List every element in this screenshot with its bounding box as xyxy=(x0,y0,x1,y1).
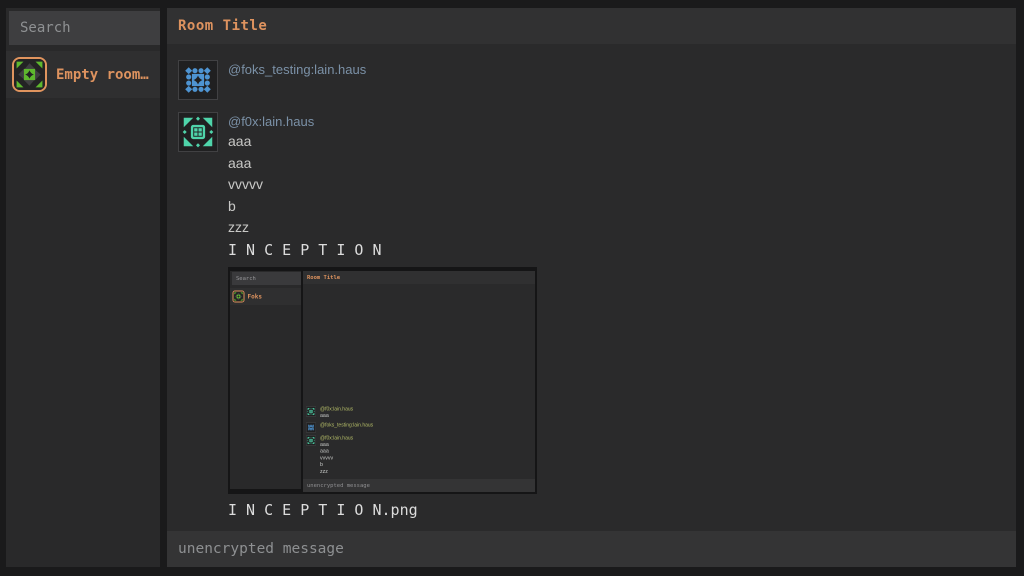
user-avatar-blue-dots-identicon[interactable] xyxy=(178,60,218,100)
preview-room-name-label: Foks xyxy=(248,293,262,300)
attached-image-preview[interactable]: Search Foks Room Title xyxy=(228,267,537,494)
room-header: Room Title xyxy=(167,8,1016,44)
preview-message-text: aaa xyxy=(320,441,353,448)
message-content: @f0x:lain.haus aaa aaa vvvvv b zzz I N C… xyxy=(228,112,537,521)
preview-message: @foks_testing:lain.haus xyxy=(306,422,535,432)
preview-avatar-teal-grid-identicon xyxy=(306,406,316,416)
preview-message-text: vvvvv xyxy=(320,454,353,461)
search-input[interactable] xyxy=(9,11,160,45)
preview-sidebar: Search Foks xyxy=(230,271,301,489)
room-avatar-green-star-identicon xyxy=(12,57,47,92)
message-text: aaa xyxy=(228,153,537,175)
preview-room-title: Room Title xyxy=(303,271,535,284)
preview-message: @f0x:lain.haus aaa xyxy=(306,406,535,419)
preview-message: @f0x:lain.haus aaa aaa vvvvv b zzz xyxy=(306,435,535,475)
main-panel: Room Title @foks_testing:lain.haus xyxy=(167,8,1016,567)
preview-message-text: zzz xyxy=(320,468,353,475)
message-text: zzz xyxy=(228,217,537,239)
preview-avatar-teal-grid-identicon xyxy=(306,435,316,445)
message: @f0x:lain.haus aaa aaa vvvvv b zzz I N C… xyxy=(178,112,1016,521)
message-text: b xyxy=(228,196,537,218)
sender-name: @foks_testing:lain.haus xyxy=(228,61,366,79)
nested-screenshot: Search Foks Room Title xyxy=(228,267,537,494)
user-avatar-teal-grid-identicon[interactable] xyxy=(178,112,218,152)
room-name-label: Empty room… xyxy=(56,67,149,83)
preview-sender-name: @f0x:lain.haus xyxy=(320,406,353,412)
preview-room-avatar-green-star-identicon xyxy=(233,290,245,302)
message-text: vvvvv xyxy=(228,174,537,196)
room-list-sidebar: Empty room… xyxy=(6,8,160,567)
sidebar-room-item[interactable]: Empty room… xyxy=(6,51,160,98)
room-title: Room Title xyxy=(178,18,267,34)
preview-sender-name: @f0x:lain.haus xyxy=(320,435,353,441)
attachment-filename: I N C E P T I O N.png xyxy=(228,499,537,521)
preview-room-item: Foks xyxy=(230,288,301,305)
message-list: @foks_testing:lain.haus @f0x:lain.haus a… xyxy=(167,44,1016,531)
preview-main-panel: Room Title xyxy=(303,271,535,492)
composer-bar xyxy=(167,531,1016,567)
app-window: Empty room… Room Title @foks_testing:lai… xyxy=(0,0,1024,576)
preview-message-text: aaa xyxy=(320,412,353,419)
preview-message-text: aaa xyxy=(320,448,353,455)
attachment-name-text: I N C E P T I O N xyxy=(228,239,537,261)
preview-sender-name: @foks_testing:lain.haus xyxy=(320,422,373,428)
message-content: @foks_testing:lain.haus xyxy=(228,60,366,100)
sender-name: @f0x:lain.haus xyxy=(228,113,537,131)
preview-avatar-blue-dots-identicon xyxy=(306,422,316,432)
message-input[interactable] xyxy=(167,531,1016,567)
preview-message-input: unencrypted message xyxy=(303,479,535,492)
message: @foks_testing:lain.haus xyxy=(178,60,1016,100)
message-text: aaa xyxy=(228,131,537,153)
app-frame: Empty room… Room Title @foks_testing:lai… xyxy=(6,8,1016,567)
preview-message-list: @f0x:lain.haus aaa xyxy=(303,284,535,479)
preview-message-text: b xyxy=(320,461,353,468)
preview-search-input: Search xyxy=(232,272,301,285)
